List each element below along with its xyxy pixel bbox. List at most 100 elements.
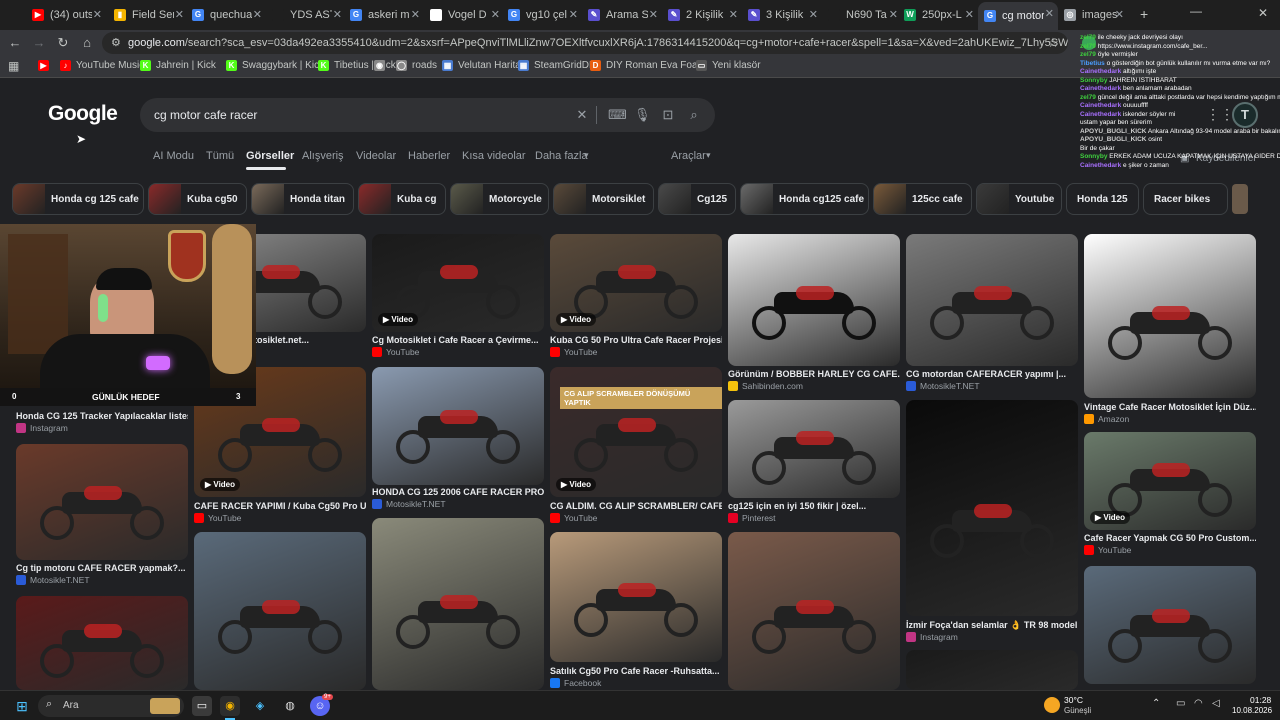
refinement-chip[interactable]: Youtube (976, 183, 1062, 215)
tab-close-icon[interactable]: ✕ (1045, 7, 1054, 20)
browser-tab[interactable]: Gquechua ✕ (186, 3, 266, 27)
keyboard-icon[interactable]: ⌨ (608, 107, 627, 123)
bookmark-item[interactable]: ◯ roads (396, 60, 437, 71)
home-icon[interactable]: ⌂ (78, 34, 96, 52)
lens-camera-icon[interactable]: ⊡ (660, 107, 676, 123)
image-result-thumbnail[interactable] (1084, 566, 1256, 684)
browser-tab[interactable]: V Vogel D ✕ (424, 3, 504, 27)
result-source[interactable]: MotosikleT.NET (906, 381, 980, 391)
search-tab[interactable]: Haberler (408, 150, 450, 162)
result-caption[interactable]: İzmir Foça'dan selamlar 👌 TR 98 model... (906, 620, 1078, 631)
tab-close-icon[interactable]: ✕ (809, 8, 818, 21)
browser-tab[interactable]: ▶ (34) outs ✕ (26, 3, 106, 27)
result-source[interactable]: YouTube (550, 513, 597, 523)
minimize-window-icon[interactable]: — (1190, 4, 1202, 18)
bookmark-item[interactable]: ▭ Yeni klasör (696, 60, 761, 71)
browser-tab[interactable]: ✎ Arama S ✕ (582, 3, 662, 27)
search-tab[interactable]: AI Modu (153, 150, 194, 162)
image-result-thumbnail[interactable] (728, 532, 900, 690)
result-caption[interactable]: Vintage Cafe Racer Motosiklet İçin Düz..… (1084, 402, 1256, 412)
result-caption[interactable]: CG motordan CAFERACER yapımı |... (906, 369, 1078, 379)
tab-close-icon[interactable]: ✕ (253, 8, 262, 21)
volume-icon[interactable]: ◁ (1212, 698, 1220, 709)
bookmark-star-icon[interactable]: ☆ (1044, 34, 1062, 52)
search-tab[interactable]: Tümü (206, 150, 234, 162)
taskbar-search-box[interactable]: ⌕ Ara (38, 695, 184, 717)
result-caption[interactable]: Cafe Racer Yapmak CG 50 Pro Custom... (1084, 533, 1256, 543)
tab-close-icon[interactable]: ✕ (1115, 8, 1124, 21)
bookmark-item[interactable]: ▶ (38, 60, 54, 71)
refinement-chip[interactable]: Motorsiklet (553, 183, 654, 215)
browser-tab[interactable]: W 250px-L ✕ (898, 3, 978, 27)
image-result-thumbnail[interactable] (372, 367, 544, 485)
chrome-taskbar-icon[interactable]: ◉ (220, 696, 240, 716)
clock-date[interactable]: 10.08.2026 (1232, 706, 1272, 715)
browser-tab[interactable]: Gcg motor ✕ (978, 2, 1058, 30)
tab-close-icon[interactable]: ✕ (175, 8, 184, 21)
obs-taskbar-icon[interactable]: ◍ (280, 696, 300, 716)
search-tab[interactable]: Görseller (246, 150, 294, 162)
search-input[interactable]: cg motor cafe racer (154, 108, 257, 122)
image-result-thumbnail[interactable] (194, 532, 366, 690)
windows-start-icon[interactable]: ⊞ (12, 696, 32, 716)
back-arrow-icon[interactable]: ← (6, 34, 24, 52)
image-result-thumbnail[interactable] (728, 400, 900, 498)
result-source[interactable]: Sahibinden.com (728, 381, 803, 391)
address-bar[interactable]: ⚙ google.com/search?sca_esv=03da492ea335… (102, 32, 1068, 54)
image-result-thumbnail[interactable]: ▶ Video (1084, 432, 1256, 530)
result-source[interactable]: YouTube (372, 347, 419, 357)
bookmark-item[interactable]: K Jahrein | Kick (140, 60, 216, 71)
refinement-chip[interactable]: Kuba cg50 (148, 183, 247, 215)
image-result-thumbnail[interactable] (550, 532, 722, 662)
browser-tab[interactable]: ◎ images ✕ (1058, 3, 1128, 27)
result-source[interactable]: Instagram (16, 423, 68, 433)
forward-arrow-icon[interactable]: → (30, 34, 48, 52)
search-tab[interactable]: Kısa videolar (462, 150, 526, 162)
apps-grid-icon[interactable]: ▦ (8, 59, 19, 73)
new-tab-button[interactable]: + (1140, 6, 1148, 22)
bookmark-item[interactable]: K Swaggybark | Kick (226, 60, 324, 71)
site-info-icon[interactable]: ⚙ (111, 32, 121, 54)
tab-close-icon[interactable]: ✕ (569, 8, 578, 21)
browser-tab[interactable]: ✎ 2 Kişilik ✕ (662, 3, 742, 27)
result-source[interactable]: Instagram (906, 632, 958, 642)
clear-search-icon[interactable]: ✕ (574, 107, 590, 123)
refinement-chip[interactable]: Honda titan (251, 183, 354, 215)
result-source[interactable]: MotosikleT.NET (372, 499, 446, 509)
tab-close-icon[interactable]: ✕ (889, 8, 898, 21)
result-caption[interactable]: CG ALDIM. CG ALIP SCRAMBLER/ CAFE... (550, 501, 722, 511)
result-caption[interactable]: HONDA CG 125 2006 CAFE RACER PROJE... (372, 487, 544, 497)
browser-tab[interactable]: ✎ 3 Kişilik ✕ (742, 3, 822, 27)
bookmark-item[interactable]: ◉ (374, 60, 390, 71)
display-icon[interactable]: ▭ (1176, 698, 1185, 709)
tab-close-icon[interactable]: ✕ (333, 8, 342, 21)
image-result-thumbnail[interactable] (728, 234, 900, 366)
clock-time[interactable]: 01:28 (1250, 695, 1271, 705)
search-box[interactable]: cg motor cafe racer ✕ ⌨ 🎙 ⊡ ⌕ (140, 98, 715, 132)
browser-tab[interactable]: YDS AST ✕ (266, 3, 346, 27)
browser-tab[interactable]: Gvg10 çel ✕ (502, 3, 582, 27)
result-caption[interactable]: Satılık Cg50 Pro Cafe Racer -Ruhsatta... (550, 666, 722, 676)
tab-close-icon[interactable]: ✕ (729, 8, 738, 21)
task-view-icon[interactable]: ▭ (192, 696, 212, 716)
bookmark-item[interactable]: ▦ Velutan Harita (442, 60, 521, 71)
result-caption[interactable]: Görünüm / BOBBER HARLEY CG CAFE... (728, 369, 900, 379)
image-result-thumbnail[interactable] (1084, 234, 1256, 398)
result-source[interactable]: Pinterest (728, 513, 776, 523)
weather-sun-icon[interactable] (1044, 697, 1060, 713)
refinement-chip[interactable]: Honda cg125 cafe (740, 183, 869, 215)
refinement-chip[interactable]: Motorcycle (450, 183, 549, 215)
wifi-icon[interactable]: ◠ (1194, 698, 1203, 709)
app-taskbar-icon[interactable]: ◈ (250, 696, 270, 716)
result-source[interactable]: MotosikleT.NET (16, 575, 90, 585)
image-result-thumbnail[interactable] (906, 400, 1078, 616)
bookmark-item[interactable]: D DIY Roman Eva Foa... (590, 60, 706, 71)
bookmark-item[interactable]: ▦ SteamGridDB (518, 60, 596, 71)
image-result-thumbnail[interactable]: ▶ Video (550, 234, 722, 332)
result-source[interactable]: Amazon (1084, 414, 1129, 424)
tray-chevron-icon[interactable]: ⌃ (1152, 698, 1160, 709)
tab-close-icon[interactable]: ✕ (491, 8, 500, 21)
result-source[interactable]: YouTube (194, 513, 241, 523)
image-result-thumbnail[interactable] (16, 444, 188, 560)
browser-tab[interactable]: ▮ Field Ser ✕ (108, 3, 188, 27)
